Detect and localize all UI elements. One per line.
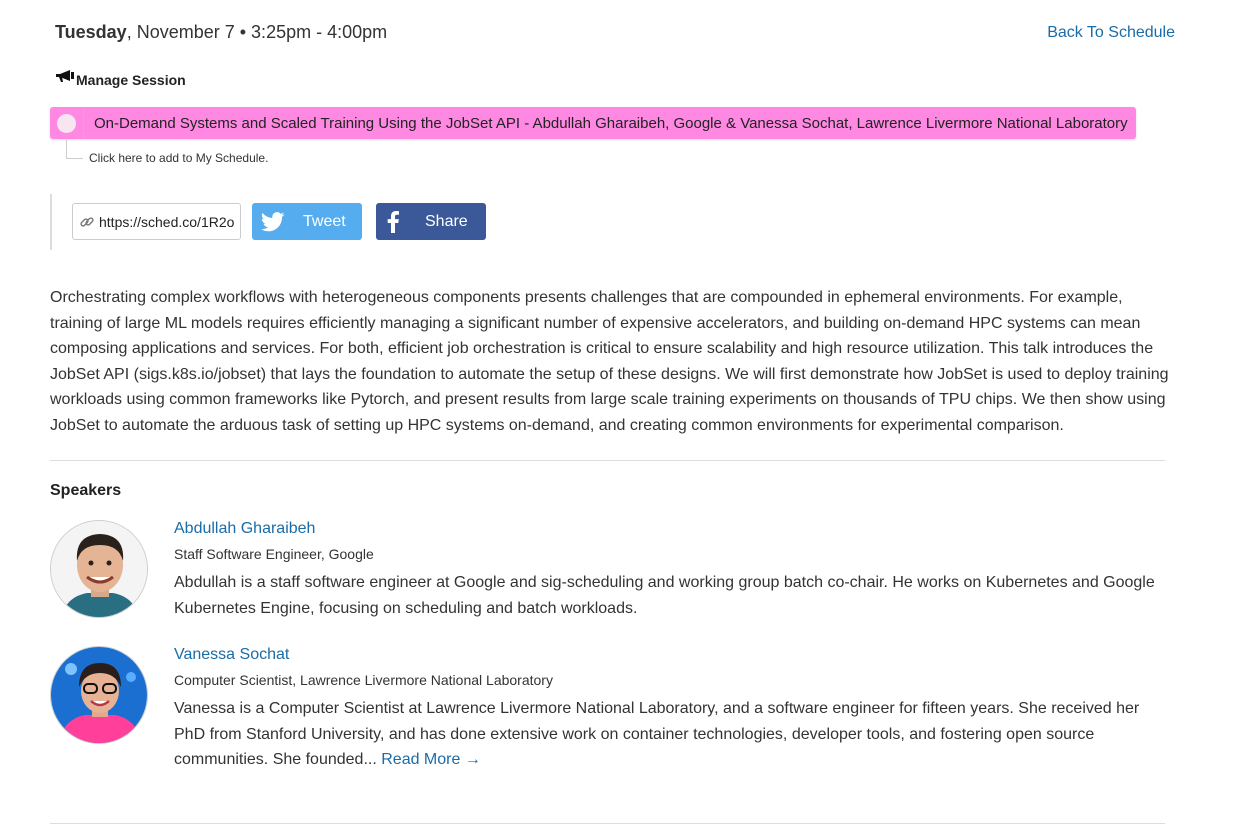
facebook-share-button[interactable]: Share (376, 203, 486, 240)
section-divider (50, 823, 1165, 824)
session-datetime: Tuesday, November 7 • 3:25pm - 4:00pm (55, 22, 387, 43)
speaker-avatar[interactable] (50, 646, 148, 744)
short-url-box[interactable] (72, 203, 241, 240)
link-icon (80, 216, 94, 227)
speaker-avatar[interactable] (50, 520, 148, 618)
speaker-bio: Vanessa is a Computer Scientist at Lawre… (174, 696, 1164, 773)
speaker-role: Staff Software Engineer, Google (174, 546, 374, 562)
share-label: Share (425, 212, 468, 230)
session-date-time: , November 7 • 3:25pm - 4:00pm (126, 22, 388, 42)
twitter-icon (261, 211, 285, 231)
session-description: Orchestrating complex workflows with het… (50, 289, 1169, 434)
tweet-label: Tweet (303, 212, 346, 230)
add-to-schedule-hint: Click here to add to My Schedule. (89, 151, 269, 165)
back-to-schedule-link[interactable]: Back To Schedule (1047, 24, 1175, 42)
tweet-button[interactable]: Tweet (252, 203, 362, 240)
share-divider (50, 194, 52, 250)
speaker-name-link[interactable]: Vanessa Sochat (174, 646, 289, 664)
hint-connector (66, 140, 83, 159)
manage-session-label: Manage Session (76, 72, 186, 88)
megaphone-icon (56, 70, 74, 82)
speaker-bio: Abdullah is a staff software engineer at… (174, 574, 1155, 617)
circle-icon (57, 113, 76, 133)
session-bar[interactable]: On-Demand Systems and Scaled Training Us… (50, 107, 1136, 139)
manage-session[interactable]: Manage Session (55, 70, 186, 88)
facebook-icon (387, 210, 399, 233)
speaker-name-link[interactable]: Abdullah Gharaibeh (174, 520, 315, 538)
speaker-role: Computer Scientist, Lawrence Livermore N… (174, 672, 553, 688)
speaker-photo-icon (51, 647, 147, 743)
speaker-photo-icon (51, 521, 147, 617)
short-url-input[interactable] (95, 213, 239, 230)
session-title: On-Demand Systems and Scaled Training Us… (94, 114, 1128, 132)
section-divider (50, 460, 1165, 461)
speakers-heading: Speakers (50, 482, 122, 499)
read-more-link[interactable]: Read More → (381, 751, 481, 768)
speaker-bio-text: Vanessa is a Computer Scientist at Lawre… (174, 700, 1140, 768)
add-to-schedule-toggle[interactable] (50, 107, 84, 139)
session-day: Tuesday (55, 22, 127, 42)
